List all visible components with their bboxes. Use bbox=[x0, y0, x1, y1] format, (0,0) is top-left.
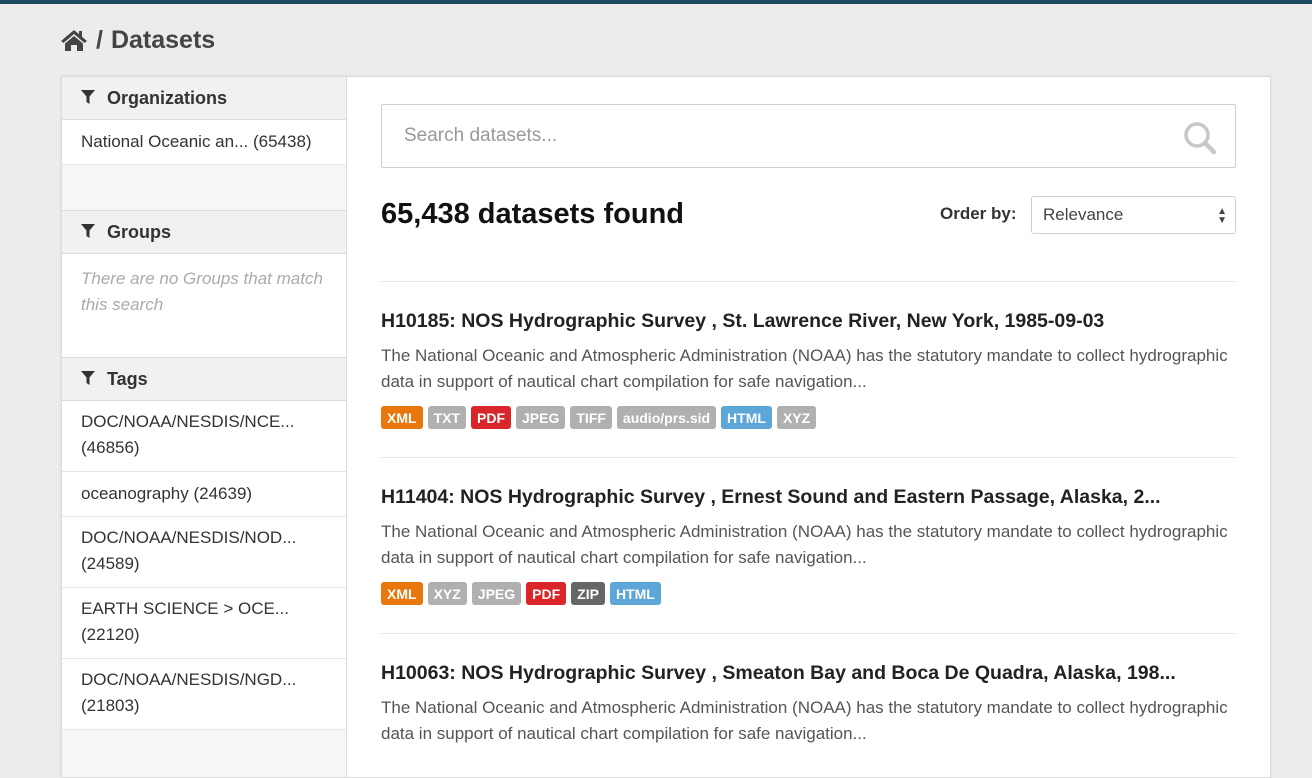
dataset-item: H11404: NOS Hydrographic Survey , Ernest… bbox=[381, 486, 1236, 605]
format-badge[interactable]: TXT bbox=[427, 406, 467, 429]
dataset-description: The National Oceanic and Atmospheric Adm… bbox=[381, 698, 1228, 743]
organizations-heading: Organizations bbox=[62, 77, 346, 120]
tag-item[interactable]: EARTH SCIENCE > OCE... (22120) bbox=[62, 588, 346, 659]
order-by-label: Order by: bbox=[940, 204, 1017, 223]
search-box bbox=[381, 104, 1236, 168]
format-badge[interactable]: XML bbox=[381, 406, 423, 429]
format-badge[interactable]: JPEG bbox=[516, 406, 566, 429]
tag-item-label: EARTH SCIENCE > OCE... bbox=[81, 599, 289, 618]
tag-item-label: oceanography (24639) bbox=[81, 484, 253, 503]
breadcrumb-separator: / bbox=[96, 25, 103, 54]
format-badge[interactable]: audio/prs.sid bbox=[616, 406, 717, 429]
format-badges: XML XYZ JPEG PDF ZIP HTML bbox=[381, 582, 1236, 605]
format-badge[interactable]: XYZ bbox=[427, 582, 467, 605]
search-input[interactable] bbox=[402, 124, 1166, 148]
dataset-title[interactable]: H10063: NOS Hydrographic Survey , Smeato… bbox=[381, 662, 1236, 685]
format-badges: XML TXT PDF JPEG TIFF audio/prs.sid HTML… bbox=[381, 406, 1236, 429]
dataset-item: H10185: NOS Hydrographic Survey , St. La… bbox=[381, 310, 1236, 429]
tag-item-count: (22120) bbox=[81, 625, 140, 644]
divider bbox=[381, 281, 1236, 282]
results-count: 65,438 datasets found bbox=[381, 198, 684, 230]
groups-heading-label: Groups bbox=[107, 221, 172, 242]
sidebar-spacer bbox=[62, 165, 346, 211]
divider bbox=[381, 633, 1236, 634]
tag-item[interactable]: DOC/NOAA/NESDIS/NCE... (46856) bbox=[62, 401, 346, 472]
format-badge[interactable]: TIFF bbox=[570, 406, 612, 429]
filter-icon bbox=[81, 222, 95, 243]
format-badge[interactable]: PDF bbox=[526, 582, 567, 605]
top-bar bbox=[0, 0, 1312, 4]
page-title[interactable]: Datasets bbox=[111, 26, 215, 55]
format-badge[interactable]: ZIP bbox=[571, 582, 605, 605]
home-icon[interactable] bbox=[60, 28, 88, 52]
format-badge[interactable]: JPEG bbox=[471, 582, 522, 605]
tag-item-label: DOC/NOAA/NESDIS/NCE... bbox=[81, 412, 295, 431]
groups-heading: Groups bbox=[62, 211, 346, 254]
tag-item-count: (46856) bbox=[81, 438, 140, 457]
tag-item[interactable]: oceanography (24639) bbox=[62, 472, 346, 517]
format-badge[interactable]: XYZ bbox=[776, 406, 817, 429]
organization-item[interactable]: National Oceanic an... (65438) bbox=[62, 120, 346, 165]
divider bbox=[381, 457, 1236, 458]
tag-item-label: DOC/NOAA/NESDIS/NGD... bbox=[81, 670, 297, 689]
format-badge[interactable]: HTML bbox=[609, 582, 661, 605]
dataset-description: The National Oceanic and Atmospheric Adm… bbox=[381, 346, 1228, 391]
format-badge[interactable]: PDF bbox=[471, 406, 512, 429]
content-panel: Organizations National Oceanic an... (65… bbox=[61, 76, 1271, 778]
dataset-title[interactable]: H11404: NOS Hydrographic Survey , Ernest… bbox=[381, 486, 1236, 509]
tags-heading-label: Tags bbox=[107, 368, 148, 389]
facet-sidebar: Organizations National Oceanic an... (65… bbox=[62, 77, 347, 777]
organizations-heading-label: Organizations bbox=[107, 87, 228, 108]
search-icon[interactable] bbox=[1183, 121, 1217, 160]
tag-item-label: DOC/NOAA/NESDIS/NOD... bbox=[81, 528, 297, 547]
dataset-description: The National Oceanic and Atmospheric Adm… bbox=[381, 522, 1228, 567]
select-arrows-icon: ▲ ▼ bbox=[1217, 206, 1227, 226]
filter-icon bbox=[81, 88, 95, 109]
groups-empty-message: There are no Groups that match this sear… bbox=[62, 254, 346, 358]
tag-item-count: (21803) bbox=[81, 696, 140, 715]
organization-item-label: National Oceanic an... (65438) bbox=[81, 132, 312, 151]
order-by-select[interactable]: Relevance ▲ ▼ bbox=[1031, 196, 1236, 234]
format-badge[interactable]: XML bbox=[381, 582, 423, 605]
filter-icon bbox=[81, 369, 95, 390]
dataset-title[interactable]: H10185: NOS Hydrographic Survey , St. La… bbox=[381, 310, 1236, 333]
tag-item[interactable]: DOC/NOAA/NESDIS/NGD... (21803) bbox=[62, 659, 346, 730]
breadcrumb: / Datasets bbox=[60, 22, 215, 58]
dataset-item: H10063: NOS Hydrographic Survey , Smeato… bbox=[381, 662, 1236, 747]
order-by-value: Relevance bbox=[1043, 205, 1124, 224]
tag-item[interactable]: DOC/NOAA/NESDIS/NOD... (24589) bbox=[62, 517, 346, 588]
tag-item-count: (24589) bbox=[81, 554, 140, 573]
format-badge[interactable]: HTML bbox=[721, 406, 772, 429]
tags-heading: Tags bbox=[62, 358, 346, 401]
